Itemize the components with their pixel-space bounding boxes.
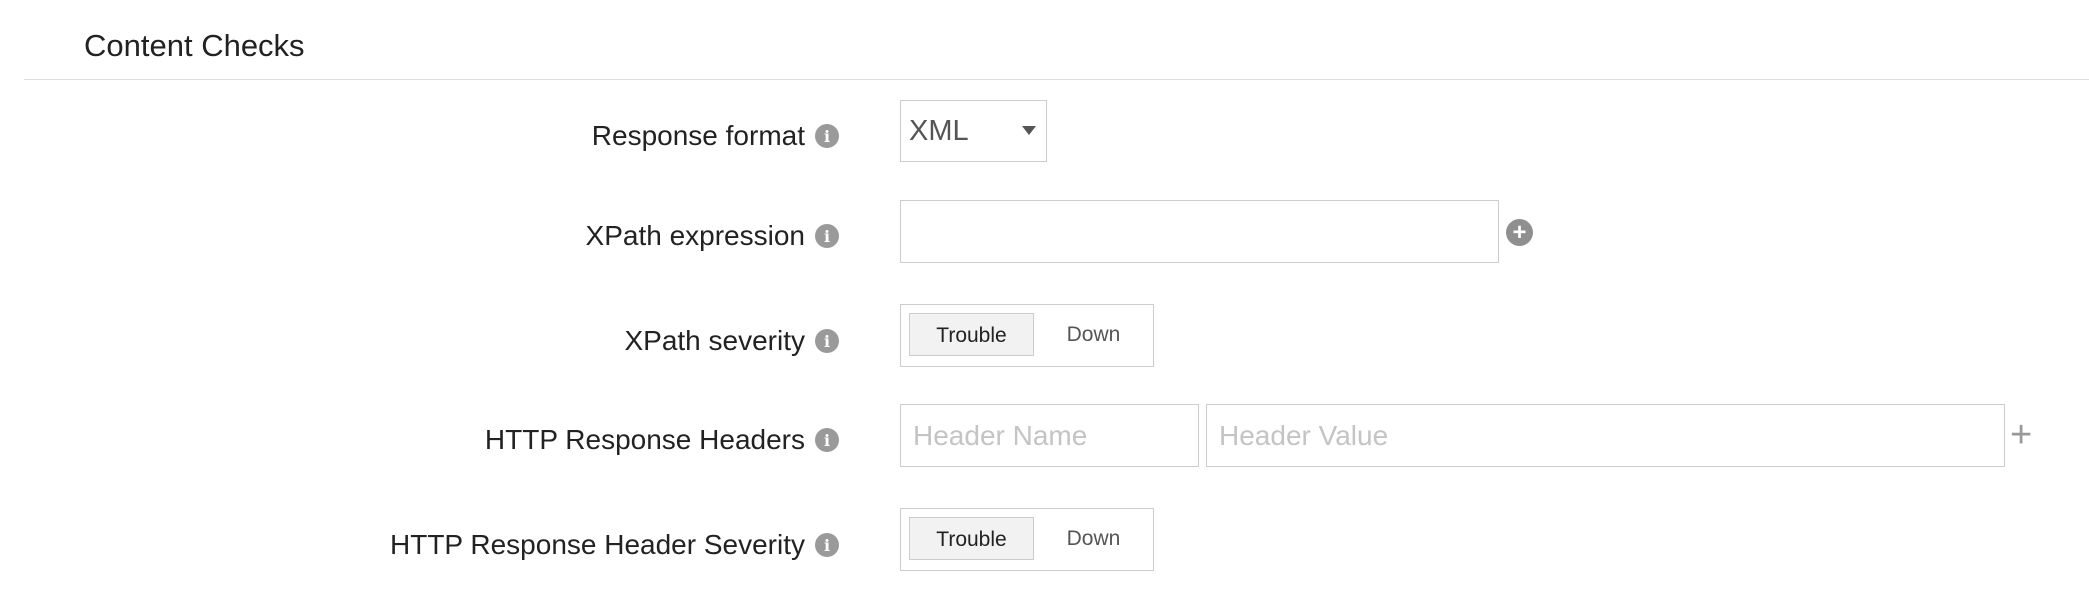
http-header-severity-toggle: Trouble Down <box>900 508 1154 571</box>
plus-circle-icon[interactable]: + <box>1506 219 1533 246</box>
xpath-severity-label: XPath severity <box>624 325 805 356</box>
info-icon[interactable]: i <box>815 224 839 248</box>
info-icon[interactable]: i <box>815 533 839 557</box>
http-header-severity-down-option[interactable]: Down <box>1041 517 1146 560</box>
response-format-select[interactable]: XML <box>900 100 1047 162</box>
response-format-value: XML <box>909 115 969 147</box>
section-title: Content Checks <box>84 28 305 63</box>
info-icon[interactable]: i <box>815 124 839 148</box>
plus-icon[interactable]: + <box>2010 416 2032 454</box>
http-response-header-severity-label: HTTP Response Header Severity <box>390 529 805 560</box>
xpath-expression-input[interactable] <box>900 200 1499 263</box>
xpath-severity-down-option[interactable]: Down <box>1041 313 1146 356</box>
info-icon[interactable]: i <box>815 428 839 452</box>
header-name-input[interactable] <box>900 404 1199 467</box>
section-header: Content Checks <box>24 0 2089 80</box>
info-icon[interactable]: i <box>815 329 839 353</box>
http-response-headers-label: HTTP Response Headers <box>484 424 805 455</box>
chevron-down-icon <box>1022 126 1036 135</box>
xpath-expression-label: XPath expression <box>585 220 805 251</box>
response-format-label: Response format <box>591 120 805 151</box>
xpath-severity-toggle: Trouble Down <box>900 304 1154 367</box>
http-header-severity-trouble-option[interactable]: Trouble <box>909 517 1034 560</box>
xpath-severity-trouble-option[interactable]: Trouble <box>909 313 1034 356</box>
header-value-input[interactable] <box>1206 404 2005 467</box>
